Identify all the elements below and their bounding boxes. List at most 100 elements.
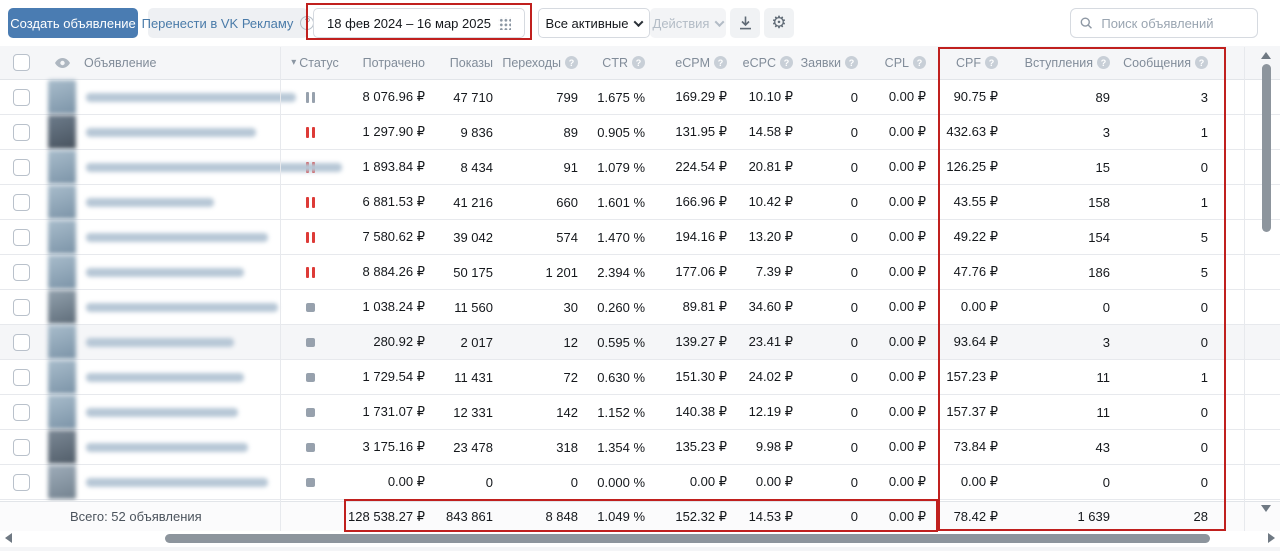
row-checkbox[interactable] bbox=[13, 369, 30, 386]
horizontal-scroll-right-arrow[interactable] bbox=[1268, 533, 1275, 543]
totals-clicks: 8 848 bbox=[503, 509, 588, 524]
row-checkbox[interactable] bbox=[13, 159, 30, 176]
ad-title-blurred[interactable] bbox=[82, 303, 280, 312]
help-icon[interactable]: ? bbox=[632, 56, 645, 69]
select-all-checkbox[interactable] bbox=[13, 54, 30, 71]
ad-title-blurred[interactable] bbox=[82, 408, 280, 417]
cell-spent: 7 580.62 ₽ bbox=[340, 229, 435, 245]
row-checkbox[interactable] bbox=[13, 264, 30, 281]
visibility-eye-icon[interactable] bbox=[54, 57, 71, 69]
ad-title-blurred[interactable] bbox=[82, 478, 280, 487]
settings-button[interactable]: ⚙ bbox=[764, 8, 794, 38]
cell-ecpc: 12.19 ₽ bbox=[737, 404, 803, 420]
ad-thumbnail[interactable] bbox=[42, 80, 82, 114]
ad-title-blurred[interactable] bbox=[82, 128, 280, 137]
ad-title-blurred[interactable] bbox=[82, 233, 280, 242]
help-icon[interactable]: ? bbox=[714, 56, 727, 69]
help-icon[interactable]: ? bbox=[913, 56, 926, 69]
ad-thumbnail[interactable] bbox=[42, 395, 82, 429]
help-icon[interactable]: ? bbox=[1097, 56, 1110, 69]
row-checkbox-cell bbox=[0, 439, 42, 456]
row-checkbox[interactable] bbox=[13, 299, 30, 316]
row-checkbox[interactable] bbox=[13, 194, 30, 211]
cell-leads: 0 bbox=[803, 125, 868, 140]
ad-thumbnail[interactable] bbox=[42, 360, 82, 394]
horizontal-scrollbar-thumb[interactable] bbox=[165, 534, 1210, 543]
ad-thumbnail[interactable] bbox=[42, 325, 82, 359]
help-icon[interactable]: ? bbox=[780, 56, 793, 69]
row-checkbox[interactable] bbox=[13, 89, 30, 106]
help-icon[interactable]: ? bbox=[1195, 56, 1208, 69]
horizontal-scroll-left-arrow[interactable] bbox=[5, 533, 12, 543]
row-checkbox-cell bbox=[0, 194, 42, 211]
ad-title-blurred[interactable] bbox=[82, 93, 280, 102]
column-header-cpl[interactable]: CPL? bbox=[868, 56, 936, 70]
date-range-picker[interactable]: 18 фев 2024 – 16 мар 2025 bbox=[313, 8, 525, 38]
column-header-spent[interactable]: Потрачено bbox=[340, 56, 435, 70]
vertical-scroll-up-arrow[interactable] bbox=[1261, 52, 1271, 59]
help-icon[interactable]: ? bbox=[565, 56, 578, 69]
table-body: 8 076.96 ₽ 47 710 799 1.675 % 169.29 ₽ 1… bbox=[0, 80, 1280, 500]
status-cell bbox=[280, 267, 340, 278]
cell-ctr: 1.152 % bbox=[588, 405, 655, 420]
blurred-ad-title bbox=[86, 198, 214, 207]
ad-title-blurred[interactable] bbox=[82, 198, 280, 207]
blurred-ad-title bbox=[86, 373, 244, 382]
totals-ctr: 1.049 % bbox=[588, 509, 655, 524]
cell-joins: 43 bbox=[1008, 440, 1120, 455]
row-checkbox[interactable] bbox=[13, 229, 30, 246]
row-checkbox[interactable] bbox=[13, 404, 30, 421]
cell-shows: 50 175 bbox=[435, 265, 503, 280]
vertical-scrollbar-thumb[interactable] bbox=[1262, 64, 1271, 232]
ad-thumbnail[interactable] bbox=[42, 430, 82, 464]
ad-thumbnail[interactable] bbox=[42, 255, 82, 289]
ad-thumbnail[interactable] bbox=[42, 185, 82, 219]
column-header-ecpm[interactable]: eCPM? bbox=[655, 56, 737, 70]
status-filter-dropdown[interactable]: Все активные bbox=[538, 8, 650, 38]
column-header-clicks[interactable]: Переходы? bbox=[503, 56, 588, 70]
cell-clicks: 12 bbox=[503, 335, 588, 350]
search-box[interactable] bbox=[1070, 8, 1258, 38]
cell-ctr: 1.675 % bbox=[588, 90, 655, 105]
row-checkbox[interactable] bbox=[13, 439, 30, 456]
ad-thumbnail[interactable] bbox=[42, 465, 82, 499]
row-checkbox[interactable] bbox=[13, 334, 30, 351]
ad-thumbnail[interactable] bbox=[42, 290, 82, 324]
ad-title-blurred[interactable] bbox=[82, 163, 280, 172]
column-header-status[interactable]: ▾ Статус bbox=[280, 56, 340, 70]
column-header-leads[interactable]: Заявки? bbox=[803, 56, 868, 70]
ad-thumbnail[interactable] bbox=[42, 115, 82, 149]
column-header-joins[interactable]: Вступления? bbox=[1008, 56, 1120, 70]
create-ad-button[interactable]: Создать объявление bbox=[8, 8, 138, 38]
blurred-ad-image bbox=[48, 360, 76, 394]
vertical-scroll-down-arrow[interactable] bbox=[1261, 505, 1271, 512]
ad-thumbnail[interactable] bbox=[42, 220, 82, 254]
ad-title-blurred[interactable] bbox=[82, 443, 280, 452]
ad-title-blurred[interactable] bbox=[82, 373, 280, 382]
row-checkbox[interactable] bbox=[13, 124, 30, 141]
row-checkbox[interactable] bbox=[13, 474, 30, 491]
cell-joins: 3 bbox=[1008, 335, 1120, 350]
cell-ecpm: 0.00 ₽ bbox=[655, 474, 737, 490]
column-header-messages[interactable]: Сообщения? bbox=[1120, 56, 1222, 70]
blurred-ad-image bbox=[48, 325, 76, 359]
ad-title-blurred[interactable] bbox=[82, 268, 280, 277]
column-header-ad[interactable]: Объявление bbox=[82, 56, 280, 70]
export-button[interactable] bbox=[730, 8, 760, 38]
table-row: 1 038.24 ₽ 11 560 30 0.260 % 89.81 ₽ 34.… bbox=[0, 290, 1280, 325]
cell-ecpc: 10.10 ₽ bbox=[737, 89, 803, 105]
ad-thumbnail[interactable] bbox=[42, 150, 82, 184]
transfer-to-vk-ads-button[interactable]: Перенести в VK Рекламу ? bbox=[148, 8, 308, 38]
help-icon[interactable]: ? bbox=[845, 56, 858, 69]
cell-ecpc: 9.98 ₽ bbox=[737, 439, 803, 455]
help-icon[interactable]: ? bbox=[985, 56, 998, 69]
column-header-cpf[interactable]: CPF? bbox=[936, 56, 1008, 70]
ad-title-blurred[interactable] bbox=[82, 338, 280, 347]
column-header-ecpc[interactable]: eCPC? bbox=[737, 56, 803, 70]
search-input[interactable] bbox=[1099, 15, 1248, 32]
actions-dropdown-disabled[interactable]: Действия bbox=[650, 8, 726, 38]
cell-ctr: 0.630 % bbox=[588, 370, 655, 385]
column-header-shows[interactable]: Показы bbox=[435, 56, 503, 70]
column-header-ctr[interactable]: CTR? bbox=[588, 56, 655, 70]
cell-cpl: 0.00 ₽ bbox=[868, 404, 936, 420]
